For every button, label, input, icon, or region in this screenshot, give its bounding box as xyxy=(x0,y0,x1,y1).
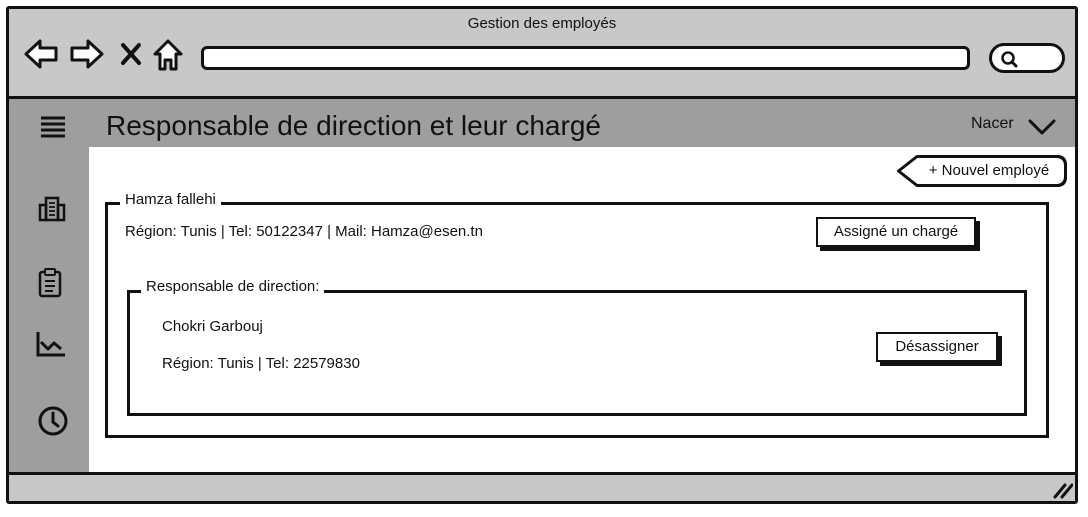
home-icon[interactable] xyxy=(151,37,185,73)
close-icon[interactable] xyxy=(119,41,143,67)
chevron-down-icon[interactable] xyxy=(1027,117,1057,137)
resize-handle-icon[interactable] xyxy=(1051,481,1073,499)
building-icon[interactable] xyxy=(37,195,67,223)
page-title: Responsable de direction et leur chargé xyxy=(106,110,601,141)
browser-toolbar: Gestion des employés xyxy=(9,9,1075,99)
assign-charge-button[interactable]: Assigné un chargé xyxy=(816,217,976,247)
browser-window: Gestion des employés Responsable de dire… xyxy=(6,6,1078,504)
clipboard-icon[interactable] xyxy=(37,267,63,299)
address-bar[interactable] xyxy=(201,46,970,70)
employee-info: Région: Tunis | Tel: 50122347 | Mail: Ha… xyxy=(125,223,483,240)
search-icon xyxy=(1001,51,1018,68)
search-box[interactable] xyxy=(989,43,1065,73)
sidebar xyxy=(9,147,89,472)
status-bar xyxy=(9,472,1075,501)
clock-icon[interactable] xyxy=(37,405,69,437)
chart-icon[interactable] xyxy=(35,329,67,359)
new-employee-button[interactable]: + Nouvel employé xyxy=(897,155,1067,187)
manager-info: Région: Tunis | Tel: 22579830 xyxy=(162,355,360,372)
manager-name: Chokri Garbouj xyxy=(162,318,263,335)
hamburger-icon[interactable] xyxy=(39,114,67,140)
employee-name: Hamza fallehi xyxy=(120,191,221,208)
user-menu-name[interactable]: Nacer xyxy=(971,115,1014,133)
forward-icon[interactable] xyxy=(69,37,105,71)
window-title: Gestion des employés xyxy=(467,15,617,32)
manager-legend: Responsable de direction: xyxy=(141,278,325,295)
back-icon[interactable] xyxy=(23,37,59,71)
unassign-button[interactable]: Désassigner xyxy=(876,332,998,362)
